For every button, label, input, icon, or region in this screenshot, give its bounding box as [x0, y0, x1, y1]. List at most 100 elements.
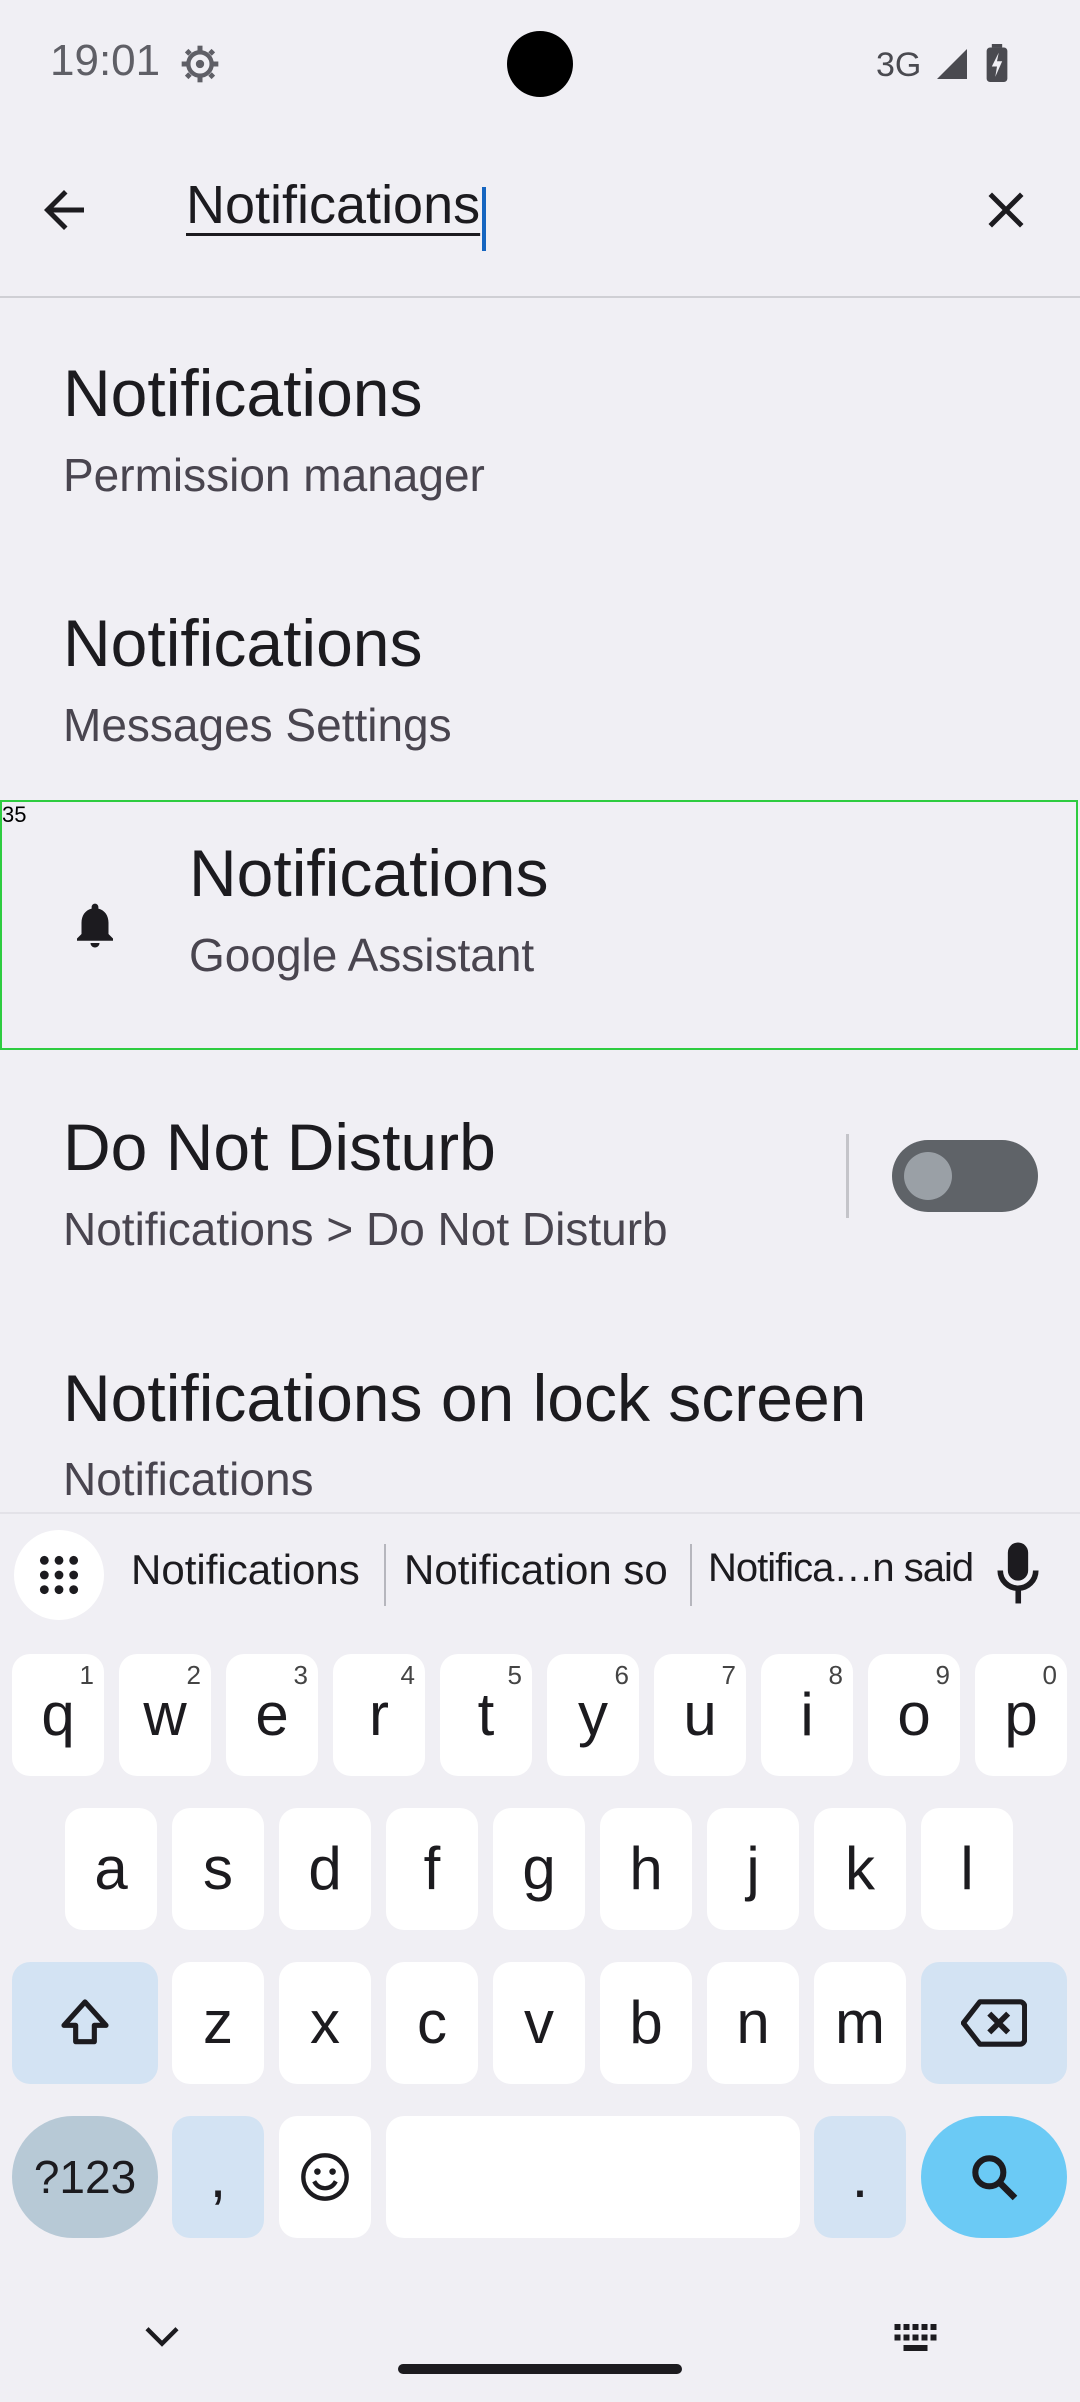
- key-e[interactable]: e3: [226, 1654, 318, 1776]
- emoji-icon: [301, 2153, 349, 2201]
- search-divider: [0, 296, 1080, 298]
- suggestion-1[interactable]: Notifications: [131, 1546, 360, 1594]
- key-n[interactable]: n: [707, 1962, 799, 2084]
- key-z[interactable]: z: [172, 1962, 264, 2084]
- shift-icon: [61, 1999, 109, 2045]
- key-m[interactable]: m: [814, 1962, 906, 2084]
- key-u[interactable]: u7: [654, 1654, 746, 1776]
- backspace-key[interactable]: [921, 1962, 1067, 2084]
- backspace-icon: [961, 1999, 1027, 2047]
- search-query-text: Notifications: [186, 175, 481, 235]
- key-hint: 9: [935, 1660, 950, 1690]
- key-j[interactable]: j: [707, 1808, 799, 1930]
- signal-icon: [937, 49, 967, 79]
- status-time: 19:01: [50, 36, 161, 85]
- close-icon[interactable]: [976, 180, 1036, 240]
- key-label: q: [41, 1681, 75, 1748]
- key-hint: 7: [721, 1660, 736, 1690]
- gear-icon: [181, 45, 219, 83]
- element-marker: 35: [2, 802, 27, 827]
- key-v[interactable]: v: [493, 1962, 585, 2084]
- network-type: 3G: [876, 46, 922, 84]
- result-title: Notifications on lock screen: [63, 1361, 867, 1435]
- result-title: Notifications: [63, 356, 423, 430]
- key-hint: 0: [1042, 1660, 1057, 1690]
- key-f[interactable]: f: [386, 1808, 478, 1930]
- key-y[interactable]: y6: [547, 1654, 639, 1776]
- key-q[interactable]: q1: [12, 1654, 104, 1776]
- key-b[interactable]: b: [600, 1962, 692, 2084]
- key-label: o: [897, 1681, 931, 1748]
- result-subtitle: Google Assistant: [189, 929, 535, 981]
- keyboard-icon[interactable]: [894, 2324, 940, 2354]
- key-c[interactable]: c: [386, 1962, 478, 2084]
- result-title: Notifications: [189, 836, 549, 910]
- key-hint: 2: [186, 1660, 201, 1690]
- key-label: i: [800, 1681, 814, 1748]
- key-hint: 4: [400, 1660, 415, 1690]
- key-k[interactable]: k: [814, 1808, 906, 1930]
- keyboard-apps-button[interactable]: [14, 1530, 104, 1620]
- key-l[interactable]: l: [921, 1808, 1013, 1930]
- key-d[interactable]: d: [279, 1808, 371, 1930]
- shift-key[interactable]: [12, 1962, 158, 2084]
- key-label: y: [578, 1681, 608, 1748]
- suggestion-separator: [384, 1544, 386, 1606]
- toggle-knob: [904, 1152, 952, 1200]
- toggle-divider: [846, 1134, 849, 1218]
- result-subtitle: Notifications > Do Not Disturb: [63, 1203, 668, 1255]
- bell-icon: [77, 903, 113, 948]
- key-t[interactable]: t5: [440, 1654, 532, 1776]
- search-key[interactable]: [921, 2116, 1067, 2238]
- result-title: Do Not Disturb: [63, 1110, 496, 1184]
- suggestion-2[interactable]: Notification so: [404, 1546, 668, 1594]
- result-item-permission-manager[interactable]: Notifications Permission manager: [0, 320, 1080, 550]
- space-key[interactable]: [386, 2116, 800, 2238]
- text-caret: [482, 186, 487, 251]
- search-input[interactable]: Notifications: [186, 174, 926, 251]
- key-hint: 8: [828, 1660, 843, 1690]
- key-x[interactable]: x: [279, 1962, 371, 2084]
- arrow-left-icon[interactable]: [34, 180, 94, 240]
- key-hint: 5: [507, 1660, 522, 1690]
- key-h[interactable]: h: [600, 1808, 692, 1930]
- result-subtitle: Messages Settings: [63, 699, 452, 751]
- microphone-icon[interactable]: [990, 1540, 1046, 1606]
- key-label: r: [369, 1681, 389, 1748]
- key-p[interactable]: p0: [975, 1654, 1067, 1776]
- key-label: e: [255, 1681, 289, 1748]
- keyboard: [0, 1512, 1080, 2402]
- key-label: p: [1004, 1681, 1038, 1748]
- key-label: u: [683, 1681, 717, 1748]
- key-o[interactable]: o9: [868, 1654, 960, 1776]
- period-key[interactable]: .: [814, 2116, 906, 2238]
- emoji-key[interactable]: [279, 2116, 371, 2238]
- key-a[interactable]: a: [65, 1808, 157, 1930]
- do-not-disturb-toggle[interactable]: [892, 1140, 1038, 1212]
- suggestion-separator: [690, 1544, 692, 1606]
- key-label: w: [143, 1681, 187, 1748]
- result-title: Notifications: [63, 606, 423, 680]
- comma-key[interactable]: ,: [172, 2116, 264, 2238]
- result-item-lock-screen[interactable]: Notifications on lock screen Notificatio…: [0, 1330, 1080, 1512]
- battery-charging-icon: [986, 44, 1008, 82]
- search-icon: [972, 2155, 1018, 2201]
- home-indicator[interactable]: [398, 2364, 682, 2374]
- result-subtitle: Permission manager: [63, 449, 485, 501]
- result-item-messages-settings[interactable]: Notifications Messages Settings: [0, 572, 1080, 800]
- key-hint: 1: [79, 1660, 94, 1690]
- key-i[interactable]: i8: [761, 1654, 853, 1776]
- key-r[interactable]: r4: [333, 1654, 425, 1776]
- key-w[interactable]: w2: [119, 1654, 211, 1776]
- numbers-key[interactable]: ?123: [12, 2116, 158, 2238]
- key-hint: 6: [614, 1660, 629, 1690]
- chevron-down-icon[interactable]: [142, 2322, 182, 2352]
- front-camera: [507, 31, 573, 97]
- key-g[interactable]: g: [493, 1808, 585, 1930]
- key-hint: 3: [293, 1660, 308, 1690]
- key-s[interactable]: s: [172, 1808, 264, 1930]
- key-label: t: [477, 1681, 495, 1748]
- suggestion-3[interactable]: Notifica…n said: [708, 1546, 974, 1591]
- result-subtitle: Notifications: [63, 1453, 314, 1505]
- grid-icon: [39, 1555, 79, 1595]
